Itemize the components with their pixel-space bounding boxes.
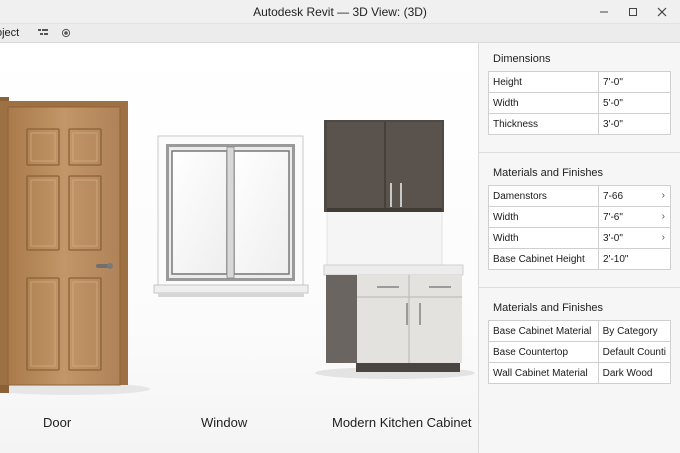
property-value[interactable]: Default Counti — [597, 341, 672, 363]
table-row[interactable]: Thickness 3'-0" — [488, 113, 671, 135]
property-name: Width — [488, 92, 599, 114]
property-value-cell[interactable]: 7-66 › — [598, 185, 671, 207]
scene — [0, 97, 475, 395]
chevron-right-icon[interactable]: › — [662, 211, 665, 222]
property-name: Thickness — [488, 113, 599, 135]
window-model[interactable] — [153, 135, 309, 297]
project-menu[interactable]: oject — [0, 27, 19, 39]
window-title: Autodesk Revit — 3D View: (3D) — [253, 5, 427, 19]
property-value[interactable]: 5'-0" — [598, 92, 671, 114]
chevron-right-icon[interactable]: › — [662, 190, 665, 201]
properties-panel: Dimensions Height 7'-0" Width 5'-0" Thic… — [478, 43, 680, 453]
table-row[interactable]: Height 7'-0" — [488, 71, 671, 93]
table-row[interactable]: Damenstors 7-66 › — [488, 185, 671, 207]
cabinet-label: Modern Kitchen Cabinet — [332, 415, 472, 430]
table-row[interactable]: Width 3'-0" › — [488, 227, 671, 249]
property-name: Base Cabinet Material — [488, 320, 599, 342]
materials-finishes-title: Materials and Finishes — [493, 167, 604, 179]
dimensions-table: Height 7'-0" Width 5'-0" Thickness 3'-0" — [488, 71, 671, 135]
property-value[interactable]: 3'-0" — [598, 113, 671, 135]
property-value[interactable]: 2'-10" — [598, 248, 671, 270]
title-bar: Autodesk Revit — 3D View: (3D) — [0, 0, 680, 24]
table-row[interactable]: Width 7'-6" › — [488, 206, 671, 228]
property-name: Base Countertop — [488, 341, 599, 363]
window-label: Window — [201, 415, 248, 430]
materials-table-2: Base Cabinet Material By Category Base C… — [488, 320, 672, 384]
minimize-icon[interactable] — [590, 2, 618, 22]
materials-finishes-title-2: Materials and Finishes — [493, 302, 604, 314]
property-name: Height — [488, 71, 599, 93]
property-value: 7-66 — [603, 190, 624, 202]
materials-table-1: Damenstors 7-66 › Width 7'-6" › Width 3'-0… — [488, 185, 671, 270]
table-row[interactable]: Base Cabinet Height 2'-10" — [488, 248, 671, 270]
divider — [479, 287, 680, 288]
property-name: Width — [488, 227, 599, 249]
property-value: 7'-6" — [603, 211, 623, 223]
property-value[interactable]: 7'-0" — [598, 71, 671, 93]
3d-viewport[interactable]: Door Window Modern Kitchen Cabinet — [0, 43, 478, 453]
property-value[interactable]: Dark Wood — [597, 362, 672, 384]
dimensions-title: Dimensions — [493, 53, 551, 65]
close-icon[interactable] — [648, 2, 676, 22]
maximize-icon[interactable] — [619, 2, 647, 22]
table-row[interactable]: Base Cabinet Material By Category — [488, 320, 672, 342]
property-name: Base Cabinet Height — [488, 248, 599, 270]
property-value-cell[interactable]: 7'-6" › — [598, 206, 671, 228]
property-name: Wall Cabinet Material — [488, 362, 599, 384]
property-name: Damenstors — [488, 185, 599, 207]
property-name: Width — [488, 206, 599, 228]
kitchen-cabinet-model[interactable] — [323, 120, 464, 372]
table-row[interactable]: Base Countertop Default Counti — [488, 341, 672, 363]
door-label: Door — [43, 415, 72, 430]
tree-icon[interactable] — [36, 27, 50, 39]
table-row[interactable]: Wall Cabinet Material Dark Wood — [488, 362, 672, 384]
chevron-right-icon[interactable]: › — [662, 232, 665, 243]
property-value[interactable]: By Category — [597, 320, 672, 342]
divider — [479, 152, 680, 153]
property-value-cell[interactable]: 3'-0" › — [598, 227, 671, 249]
property-value: 3'-0" — [603, 232, 623, 244]
record-icon[interactable] — [59, 27, 73, 39]
toolbar: oject — [0, 24, 680, 43]
table-row[interactable]: Width 5'-0" — [488, 92, 671, 114]
door-model[interactable] — [0, 97, 128, 393]
